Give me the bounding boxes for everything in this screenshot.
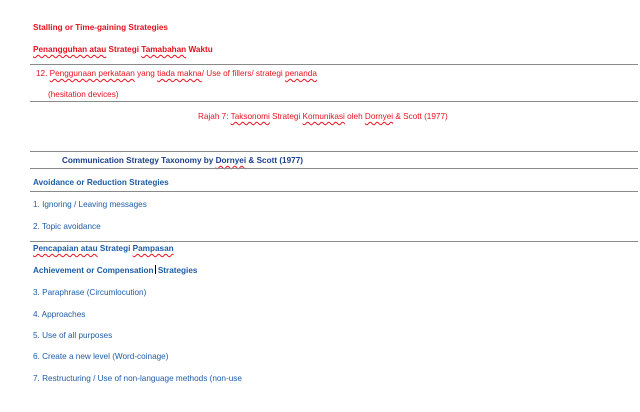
text-run: yang (134, 69, 158, 78)
text-run: Komunikasi (302, 112, 345, 121)
text-run: penanda (285, 69, 317, 78)
achievement-item: 7. Restructuring / Use of non-language m… (33, 374, 242, 383)
avoidance-item: 2. Topic avoidance (33, 222, 101, 231)
text-run: Strategi (106, 45, 142, 54)
achievement-heading-my: Pencapaian atau Strategi Pampasan (33, 243, 174, 254)
avoidance-item: 1. Ignoring / Leaving messages (33, 200, 147, 209)
text-run: Pencapaian atau (33, 244, 98, 253)
text-run: Strategi (97, 244, 133, 253)
text-run: Dornyei (215, 156, 247, 165)
stalling-heading-my: Penangguhan atau Strategi Tamabahan Wakt… (33, 44, 213, 55)
text-run: Penangguhan atau (33, 45, 107, 54)
achievement-item: 5. Use of all purposes (33, 331, 113, 340)
text-run: / Use of fillers/ strategi (201, 69, 286, 78)
achievement-item: 6. Create a new level (Word-coinage) (33, 352, 169, 361)
text-run: Communication Strategy Taxonomy by (62, 156, 216, 165)
table-rule (30, 241, 638, 242)
text-run: tiada makna (157, 69, 202, 78)
text-run: Pampasan (132, 244, 174, 253)
text-run: 12. (36, 69, 50, 78)
table-title: Communication Strategy Taxonomy by Dorny… (62, 155, 303, 166)
text-run: Tamabahan (141, 45, 187, 54)
table-rule (30, 64, 638, 65)
document-page: Stalling or Time-gaining Strategies Pena… (0, 0, 640, 412)
text-run: Rajah 7: (198, 112, 231, 121)
text-run: oleh (344, 112, 365, 121)
figure-caption: Rajah 7: Taksonomi Strategi Komunikasi o… (198, 111, 448, 122)
item-12: 12. Penggunaan perkataan yang tiada makn… (36, 68, 317, 79)
stalling-heading-en: Stalling or Time-gaining Strategies (33, 23, 168, 32)
text-run: & Scott (1977) (393, 112, 448, 121)
table-rule (30, 101, 638, 102)
item-12-continuation: (hesitation devices) (48, 90, 119, 99)
achievement-item: 3. Paraphrase (Circumlocution) (33, 288, 147, 297)
text-run: Strategies (155, 266, 198, 275)
achievement-item: 4. Approaches (33, 310, 86, 319)
table-rule (30, 151, 638, 152)
table-rule (30, 168, 638, 169)
table-rule (30, 191, 638, 192)
text-run: Waktu (186, 45, 213, 54)
text-run: Strategi (269, 112, 303, 121)
avoidance-heading: Avoidance or Reduction Strategies (33, 178, 169, 187)
text-run: Achievement or Compensation (33, 266, 154, 275)
text-run: & Scott (1977) (246, 156, 303, 165)
text-run: Taksonomi (230, 112, 270, 121)
achievement-heading-en: Achievement or Compensation Strategies (33, 265, 197, 276)
text-run: Dornyei (364, 112, 394, 121)
text-run: Penggunaan perkataan (49, 69, 135, 78)
